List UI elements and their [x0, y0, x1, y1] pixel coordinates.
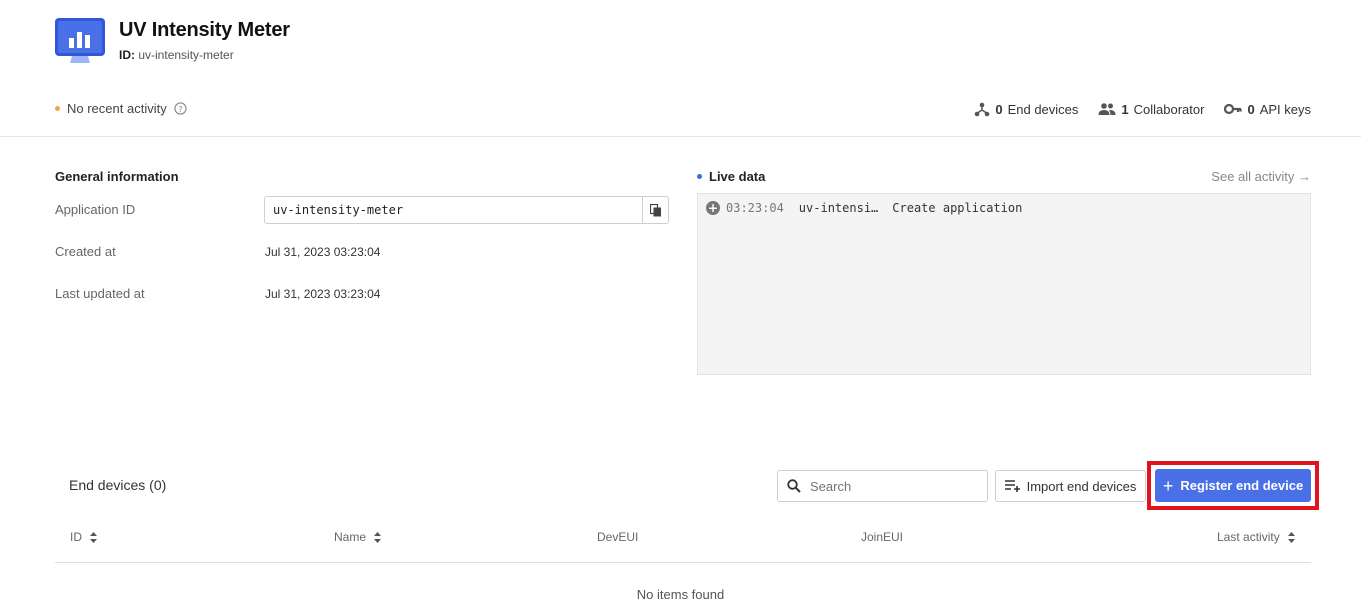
column-label: Last activity [1217, 530, 1280, 544]
activity-text: No recent activity [67, 101, 167, 116]
column-label: JoinEUI [861, 530, 904, 544]
expand-event-icon[interactable]: + [706, 201, 720, 215]
application-id-label: Application ID [55, 202, 136, 217]
live-data-panel: + 03:23:04 uv-intensi… Create applicatio… [697, 193, 1311, 375]
status-dot-icon [55, 106, 60, 111]
import-end-devices-button[interactable]: Import end devices [995, 470, 1146, 502]
last-updated-value: Jul 31, 2023 03:23:04 [265, 287, 381, 301]
sort-icon [374, 531, 382, 543]
empty-table-message: No items found [636, 587, 725, 602]
column-header-name[interactable]: Name [334, 530, 382, 544]
help-icon[interactable]: ? [174, 102, 187, 115]
header-divider [0, 136, 1361, 137]
application-stats: 0 End devices 1 Collaborator 0 API keys [974, 101, 1311, 117]
search-input[interactable] [810, 478, 970, 494]
table-header-divider [55, 562, 1311, 563]
column-label: DevEUI [597, 530, 639, 544]
copy-icon [649, 203, 661, 216]
people-icon [1098, 103, 1116, 115]
general-information-title: General information [55, 169, 179, 184]
collaborators-stat[interactable]: 1 Collaborator [1098, 102, 1204, 117]
collaborators-label: Collaborator [1133, 101, 1205, 117]
live-dot-icon [697, 174, 702, 179]
column-header-id[interactable]: ID [70, 530, 97, 544]
id-value: uv-intensity-meter [138, 48, 234, 62]
register-end-device-button[interactable]: + Register end device [1155, 469, 1311, 502]
column-header-joineui: JoinEUI [861, 530, 903, 544]
sort-icon [90, 531, 97, 543]
api-keys-label: API keys [1259, 101, 1311, 117]
application-id-field[interactable]: uv-intensity-meter [264, 196, 669, 224]
end-devices-title: End devices (0) [69, 477, 167, 493]
api-keys-stat[interactable]: 0 API keys [1224, 102, 1311, 117]
event-name: Create application [892, 201, 1023, 215]
plus-icon: + [1162, 475, 1174, 496]
live-event-row[interactable]: + 03:23:04 uv-intensi… Create applicatio… [706, 201, 1022, 215]
collaborators-count: 1 [1121, 101, 1129, 117]
svg-text:?: ? [178, 104, 182, 114]
application-icon [55, 18, 105, 64]
devices-icon [975, 102, 990, 117]
id-label: ID: [119, 48, 135, 62]
copy-button[interactable] [642, 197, 668, 223]
end-devices-count: 0 [995, 101, 1003, 117]
created-at-label: Created at [55, 244, 116, 259]
column-header-last-activity[interactable]: Last activity [1217, 530, 1295, 544]
live-data-title: Live data [697, 169, 765, 184]
search-icon [787, 479, 801, 493]
see-all-activity-link[interactable]: See all activity → [1211, 169, 1311, 184]
search-field[interactable] [777, 470, 988, 502]
activity-status: No recent activity ? [55, 101, 187, 116]
event-device: uv-intensi… [798, 201, 879, 215]
event-time: 03:23:04 [726, 201, 784, 215]
import-label: Import end devices [1026, 478, 1137, 494]
page-title: UV Intensity Meter [119, 19, 290, 41]
application-id: ID: uv-intensity-meter [119, 48, 234, 62]
live-data-label: Live data [709, 169, 766, 184]
register-label: Register end device [1180, 478, 1304, 493]
import-list-icon [1004, 480, 1020, 492]
column-header-deveui: DevEUI [597, 530, 638, 544]
last-updated-label: Last updated at [55, 286, 145, 301]
column-label: ID [70, 530, 82, 544]
api-keys-count: 0 [1247, 101, 1255, 117]
end-devices-stat[interactable]: 0 End devices [974, 101, 1078, 117]
key-icon [1224, 103, 1243, 115]
application-id-value[interactable]: uv-intensity-meter [265, 203, 642, 217]
column-label: Name [334, 530, 367, 544]
end-devices-label: End devices [1007, 101, 1079, 117]
created-at-value: Jul 31, 2023 03:23:04 [265, 245, 381, 259]
sort-icon [1287, 531, 1295, 543]
